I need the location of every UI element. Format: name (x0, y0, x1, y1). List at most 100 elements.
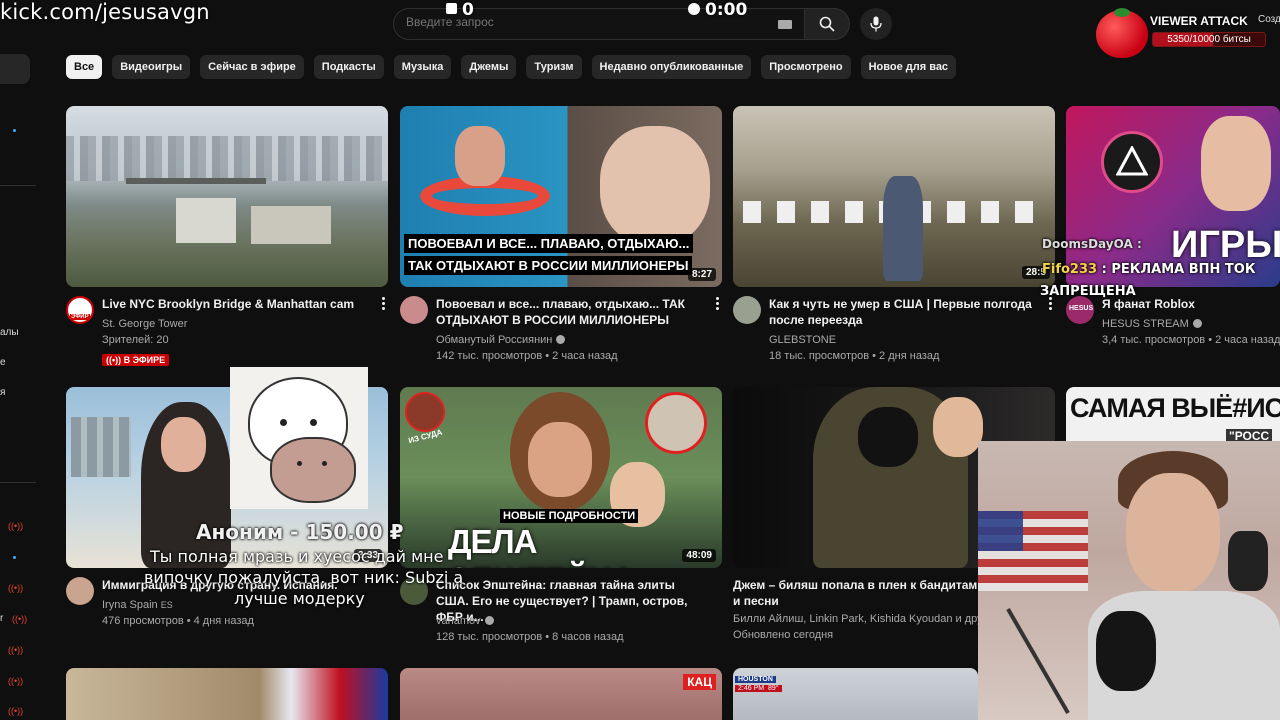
building-graphic (176, 198, 236, 243)
chip-music[interactable]: Музыка (393, 55, 452, 79)
video-card[interactable] (66, 668, 388, 720)
chip-video-games[interactable]: Видеоигры (112, 55, 191, 79)
channel-name[interactable]: Билли Айлиш, Linkin Park, Kishida Kyouda… (733, 613, 999, 625)
channel-name[interactable]: St. George Tower (102, 318, 187, 330)
avatar-label: HESUS (1069, 305, 1094, 312)
microphone-graphic (1096, 611, 1156, 691)
streamer-face-graphic (1201, 116, 1271, 211)
sidebar-item-2[interactable]: e (0, 357, 6, 368)
video-thumbnail[interactable]: ИГРЫ (1066, 106, 1280, 287)
video-thumbnail[interactable] (66, 106, 388, 287)
thumbnail-caption: ИГРЫ (1171, 224, 1280, 266)
video-meta: 3,4 тыс. просмотров • 2 часа назад (1102, 334, 1280, 346)
video-thumbnail[interactable] (66, 668, 388, 720)
thumbnail-caption: ТАК ОТДЫХАЮТ В РОССИИ МИЛЛИОНЕРЫ (404, 256, 693, 275)
channel-avatar[interactable] (733, 296, 761, 324)
video-card[interactable]: КАЦ (400, 668, 722, 720)
video-title[interactable]: Live NYC Brooklyn Bridge & Manhattan cam (102, 296, 372, 312)
video-title[interactable]: Повоевал и все... плаваю, отдыхаю... ТАК… (436, 296, 706, 328)
chip-recently-uploaded[interactable]: Недавно опубликованные (591, 55, 752, 79)
video-meta: 18 тыс. просмотров • 2 дня назад (769, 350, 940, 362)
more-options-icon[interactable] (382, 297, 386, 312)
channel-name[interactable]: GLEBSTONE (769, 334, 836, 346)
video-card[interactable]: ПОВОЕВАЛ И ВСЕ... ПЛАВАЮ, ОТДЫХАЮ... ТАК… (400, 106, 722, 366)
sidebar-item-4[interactable]: r (0, 613, 3, 624)
video-meta: Зрителей: 20 (102, 334, 169, 346)
skyline-graphic (66, 136, 388, 181)
channel-avatar[interactable] (400, 296, 428, 324)
video-thumbnail[interactable] (733, 106, 1055, 287)
chat-message: : РЕКЛАМА ВПН ТОК (1101, 262, 1256, 277)
sidebar-live-icon-5: ((•)) (8, 676, 24, 686)
video-card[interactable]: Как я чуть не умер в США | Первые полгод… (733, 106, 1055, 366)
more-options-icon[interactable] (716, 297, 720, 312)
live-badge: ((•)) В ЭФИРЕ (102, 354, 170, 366)
chip-new-to-you[interactable]: Новое для вас (860, 55, 957, 79)
video-card[interactable]: САМАЯ ВЫЁ#ИСТА "РОСС (1066, 387, 1280, 447)
timer-overlay: 0:00 (688, 0, 747, 20)
sidebar-live-icon-4: ((•)) (8, 645, 24, 655)
channel-avatar[interactable]: HESUS (1066, 296, 1094, 324)
video-thumbnail[interactable]: САМАЯ ВЫЁ#ИСТА "РОСС (1066, 387, 1280, 447)
building-graphic (251, 206, 331, 244)
filter-chips: Все Видеоигры Сейчас в эфире Подкасты Му… (66, 55, 957, 79)
chip-watched[interactable]: Просмотрено (761, 55, 851, 79)
video-title[interactable]: Джем – биляш попала в плен к бандитам и … (733, 577, 983, 609)
video-duration: 48:09 (682, 549, 716, 562)
video-card[interactable]: ЭФИР Live NYC Brooklyn Bridge & Manhatta… (66, 106, 388, 366)
verified-icon (1192, 319, 1202, 328)
counter-overlay: 0 (446, 0, 474, 20)
search-button[interactable] (804, 8, 850, 40)
chip-podcasts[interactable]: Подкасты (313, 55, 384, 79)
thumbnail-subcaption: НОВЫЕ ПОДРОБНОСТИ (500, 509, 639, 523)
channel-suffix: ES (160, 600, 173, 610)
video-card[interactable]: ИЗ СУДА НОВЫЕ ПОДРОБНОСТИ ДЕЛА ЭПШТЕЙНА … (400, 387, 722, 643)
voice-search-button[interactable] (860, 8, 892, 40)
sidebar-item-channels[interactable]: алы (0, 327, 19, 338)
corner-avatar-graphic (405, 392, 445, 432)
channel-name[interactable]: HESUS STREAM (1102, 318, 1189, 330)
chip-all[interactable]: Все (66, 55, 103, 79)
video-card[interactable]: HOUSTON 2:46 PM 89° (733, 668, 978, 720)
video-thumbnail[interactable]: HOUSTON 2:46 PM 89° (733, 668, 978, 720)
video-thumbnail[interactable]: ПОВОЕВАЛ И ВСЕ... ПЛАВАЮ, ОТДЫХАЮ... ТАК… (400, 106, 722, 287)
towers-graphic (71, 417, 131, 477)
face-graphic (528, 422, 592, 497)
video-title[interactable]: Как я чуть не умер в США | Первые полгод… (769, 296, 1039, 328)
timer-value: 0:00 (705, 0, 748, 20)
viewer-attack-progress: 5350/10000 битсы (1152, 32, 1266, 47)
chip-jams[interactable]: Джемы (461, 55, 517, 79)
video-thumbnail[interactable]: КАЦ (400, 668, 722, 720)
mic-arm-graphic (1006, 608, 1070, 714)
houston-label: HOUSTON (735, 676, 776, 683)
verified-icon (484, 616, 494, 625)
donation-message-line: Ты полная мразь и хуесос дай мне (150, 547, 444, 566)
viewer-attack-widget: VIEWER ATTACK 5350/10000 битсы (1096, 8, 1280, 58)
sidebar-item-3[interactable]: я (0, 387, 5, 398)
channel-avatar[interactable] (66, 577, 94, 605)
host-graphic (600, 126, 710, 246)
houston-time: 2:46 PM (738, 685, 765, 692)
sidebar-divider (0, 185, 36, 186)
balaclava-graphic (858, 407, 918, 467)
keyboard-icon[interactable] (778, 20, 792, 29)
microphone-icon (870, 16, 882, 32)
channel-name[interactable]: varlamov (436, 615, 481, 627)
video-meta: 476 просмотров • 4 дня назад (102, 615, 254, 627)
triangle-icon (1116, 146, 1148, 176)
chip-tourism[interactable]: Туризм (526, 55, 582, 79)
channel-name[interactable]: Iryna Spain (102, 599, 158, 611)
thumbnail-caption: ПОВОЕВАЛ И ВСЕ... ПЛАВАЮ, ОТДЫХАЮ... (404, 234, 694, 253)
more-options-icon[interactable] (1049, 297, 1053, 312)
face-graphic (161, 417, 206, 472)
video-thumbnail[interactable]: ИЗ СУДА НОВЫЕ ПОДРОБНОСТИ ДЕЛА ЭПШТЕЙНА … (400, 387, 722, 568)
video-card[interactable]: ИГРЫ 28:5 HESUS Я фанат Roblox HESUS STR… (1022, 106, 1280, 366)
sidebar-item-home[interactable] (0, 54, 30, 84)
channel-name[interactable]: Обманутый Россиянин (436, 334, 552, 346)
channel-avatar[interactable]: ЭФИР (66, 296, 94, 324)
verified-icon (556, 335, 566, 344)
chip-live-now[interactable]: Сейчас в эфире (200, 55, 304, 79)
singer-face-graphic (933, 397, 983, 457)
sidebar-new-dot-2 (13, 556, 16, 559)
thumbnail-caption: ДЕЛА ЭПШТЕЙНА (448, 523, 635, 568)
